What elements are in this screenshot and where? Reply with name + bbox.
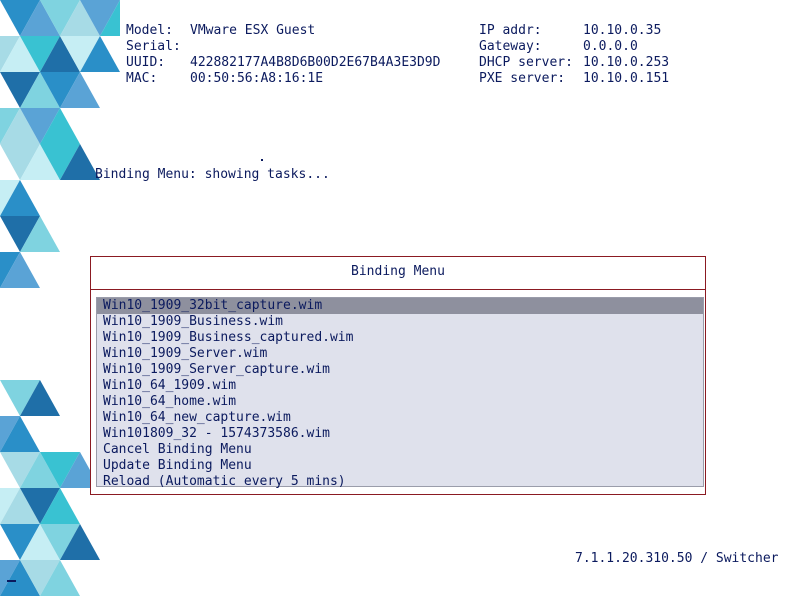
menu-title: Binding Menu: [351, 264, 445, 279]
ip-value: 10.10.0.35: [583, 23, 662, 38]
menu-divider: [91, 289, 705, 290]
dhcp-value: 10.10.0.253: [583, 55, 670, 70]
list-item[interactable]: Win10_1909_Business.wim: [97, 314, 703, 330]
gateway-value: 0.0.0.0: [583, 39, 638, 54]
list-item[interactable]: Win101809_32 - 1574373586.wim: [97, 426, 703, 442]
model-label: Model:: [126, 23, 173, 38]
list-item[interactable]: Win10_64_new_capture.wim: [97, 410, 703, 426]
stray-dot: [261, 159, 263, 161]
dhcp-label: DHCP server:: [479, 55, 573, 70]
gateway-label: Gateway:: [479, 39, 542, 54]
menu-list[interactable]: Win10_1909_32bit_capture.wim Win10_1909_…: [96, 297, 704, 490]
list-item[interactable]: Win10_1909_Server.wim: [97, 346, 703, 362]
version-text: 7.1.1.20.310.50 / Switcher: [575, 551, 779, 566]
status-text: Binding Menu: showing tasks...: [95, 167, 330, 182]
system-info-left: Model: VMware ESX Guest Serial: UUID: 4228…: [126, 23, 440, 87]
uuid-value: 422882177A4B8D6B00D2E67B4A3E3D9D: [190, 55, 441, 70]
binding-menu-dialog: Binding Menu Win10_1909_32bit_capture.wi…: [90, 256, 706, 495]
mac-label: MAC:: [126, 71, 158, 86]
update-binding-menu-item[interactable]: Update Binding Menu: [97, 458, 703, 474]
list-item[interactable]: Win10_1909_Business_captured.wim: [97, 330, 703, 346]
cancel-binding-menu-item[interactable]: Cancel Binding Menu: [97, 442, 703, 458]
mac-value: 00:50:56:A8:16:1E: [190, 71, 324, 86]
text-cursor: [7, 580, 16, 582]
uuid-label: UUID:: [126, 55, 166, 70]
list-item[interactable]: Win10_64_home.wim: [97, 394, 703, 410]
reload-item[interactable]: Reload (Automatic every 5 mins): [97, 474, 703, 490]
system-info-right: IP addr: 10.10.0.35 Gateway: 0.0.0.0 DHCP …: [479, 23, 669, 87]
list-item[interactable]: Win10_1909_Server_capture.wim: [97, 362, 703, 378]
list-item[interactable]: Win10_1909_32bit_capture.wim: [97, 298, 703, 314]
ip-label: IP addr:: [479, 23, 542, 38]
pxe-label: PXE server:: [479, 71, 566, 86]
pxe-value: 10.10.0.151: [583, 71, 670, 86]
model-value: VMware ESX Guest: [190, 23, 316, 38]
serial-label: Serial:: [126, 39, 181, 54]
list-item[interactable]: Win10_64_1909.wim: [97, 378, 703, 394]
